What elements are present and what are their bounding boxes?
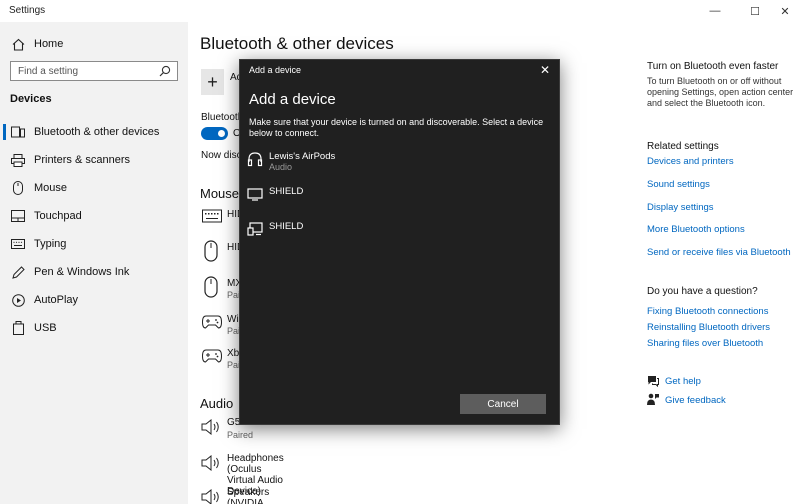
keyboard-icon: [11, 237, 25, 251]
sidebar-item-typing[interactable]: Typing: [0, 232, 188, 256]
mouse-icon: [11, 181, 25, 195]
feedback-icon: [647, 393, 659, 406]
gamepad-icon: [202, 315, 222, 329]
printer-icon: [11, 153, 25, 167]
sidebar-item-label: Pen & Windows Ink: [34, 266, 130, 278]
device-name: Lewis's AirPods: [269, 151, 336, 162]
dialog-close-button[interactable]: ✕: [536, 62, 554, 78]
tip-text: To turn Bluetooth on or off without open…: [647, 76, 794, 108]
device-type: Audio: [269, 162, 293, 172]
link-fixing-bluetooth[interactable]: Fixing Bluetooth connections: [647, 306, 768, 317]
home-nav-item[interactable]: Home: [0, 32, 188, 56]
bluetooth-devices-icon: [11, 125, 25, 139]
add-device-button[interactable]: +: [201, 69, 224, 95]
title-bar: Settings — ☐ ✕: [0, 0, 800, 22]
sidebar-item-label: Touchpad: [34, 210, 82, 222]
close-button[interactable]: ✕: [770, 0, 800, 22]
page-title: Bluetooth & other devices: [200, 34, 394, 53]
sidebar-item-pen[interactable]: Pen & Windows Ink: [0, 260, 188, 284]
bluetooth-toggle[interactable]: [201, 127, 228, 140]
headphones-icon: [247, 151, 263, 167]
link-reinstalling-drivers[interactable]: Reinstalling Bluetooth drivers: [647, 322, 770, 333]
link-sharing-files[interactable]: Sharing files over Bluetooth: [647, 338, 763, 349]
dialog-title-bar: Add a device ✕: [240, 60, 559, 80]
mouse-icon: [204, 276, 218, 298]
sidebar-item-label: USB: [34, 322, 57, 334]
link-send-receive-files[interactable]: Send or receive files via Bluetooth: [647, 247, 791, 258]
keyboard-icon: [202, 209, 222, 223]
sidebar-item-label: Printers & scanners: [34, 154, 130, 166]
speaker-icon: [201, 489, 221, 504]
gamepad-icon: [202, 349, 222, 363]
link-more-bluetooth-options[interactable]: More Bluetooth options: [647, 224, 745, 235]
window-title: Settings: [9, 5, 46, 16]
bluetooth-label: Bluetooth: [201, 112, 244, 123]
device-name: SHIELD: [269, 221, 304, 232]
speaker-icon: [201, 455, 221, 471]
device-name: SHIELD: [269, 186, 304, 197]
home-label: Home: [34, 38, 64, 50]
find-setting-input[interactable]: Find a setting: [10, 61, 178, 81]
sidebar-item-autoplay[interactable]: AutoPlay: [0, 288, 188, 312]
plus-icon: +: [207, 72, 218, 92]
discovered-device-shield[interactable]: SHIELD: [240, 184, 559, 214]
search-placeholder: Find a setting: [18, 65, 79, 77]
device-status: Paired: [227, 430, 254, 440]
usb-icon: [11, 321, 25, 335]
dialog-title: Add a device: [249, 91, 336, 108]
cancel-button[interactable]: Cancel: [460, 394, 546, 414]
cast-display-icon: [247, 221, 263, 237]
question-heading: Do you have a question?: [647, 286, 758, 297]
touchpad-icon: [11, 209, 25, 223]
dialog-instructions: Make sure that your device is turned on …: [249, 117, 544, 138]
sidebar-item-touchpad[interactable]: Touchpad: [0, 204, 188, 228]
sidebar-item-label: Typing: [34, 238, 67, 250]
pen-icon: [11, 265, 25, 279]
mouse-icon: [204, 240, 218, 262]
sidebar-item-printers[interactable]: Printers & scanners: [0, 148, 188, 172]
speaker-icon: [201, 419, 221, 435]
link-display-settings[interactable]: Display settings: [647, 202, 714, 213]
chat-help-icon: [647, 375, 659, 387]
dialog-header-title: Add a device: [249, 65, 302, 75]
devices-section-label: Devices: [10, 93, 52, 105]
related-settings-heading: Related settings: [647, 141, 719, 152]
link-sound-settings[interactable]: Sound settings: [647, 179, 710, 190]
monitor-icon: [247, 186, 263, 202]
add-device-dialog: Add a device ✕ Add a device Make sure th…: [239, 59, 560, 425]
sidebar-item-mouse[interactable]: Mouse: [0, 176, 188, 200]
search-icon: [159, 65, 171, 77]
device-name: Speakers (NVIDIA Broadcast): [227, 487, 270, 504]
give-feedback-link[interactable]: Give feedback: [665, 395, 726, 406]
link-devices-and-printers[interactable]: Devices and printers: [647, 156, 734, 167]
sidebar-item-bluetooth[interactable]: Bluetooth & other devices: [0, 120, 188, 144]
audio-section-heading: Audio: [200, 396, 234, 411]
sidebar-item-usb[interactable]: USB: [0, 316, 188, 340]
discovered-device-airpods[interactable]: Lewis's AirPods Audio: [240, 149, 559, 179]
sidebar-item-label: Bluetooth & other devices: [34, 126, 160, 138]
home-icon: [11, 37, 25, 51]
sidebar-item-label: AutoPlay: [34, 294, 79, 306]
tip-heading: Turn on Bluetooth even faster: [647, 61, 779, 72]
minimize-button[interactable]: —: [700, 0, 730, 22]
maximize-button[interactable]: ☐: [740, 0, 770, 22]
autoplay-icon: [11, 293, 25, 307]
sidebar-item-label: Mouse: [34, 182, 68, 194]
discovered-device-shield[interactable]: SHIELD: [240, 219, 559, 249]
mouse-section-heading: Mouse,: [200, 186, 243, 201]
get-help-link[interactable]: Get help: [665, 376, 701, 387]
